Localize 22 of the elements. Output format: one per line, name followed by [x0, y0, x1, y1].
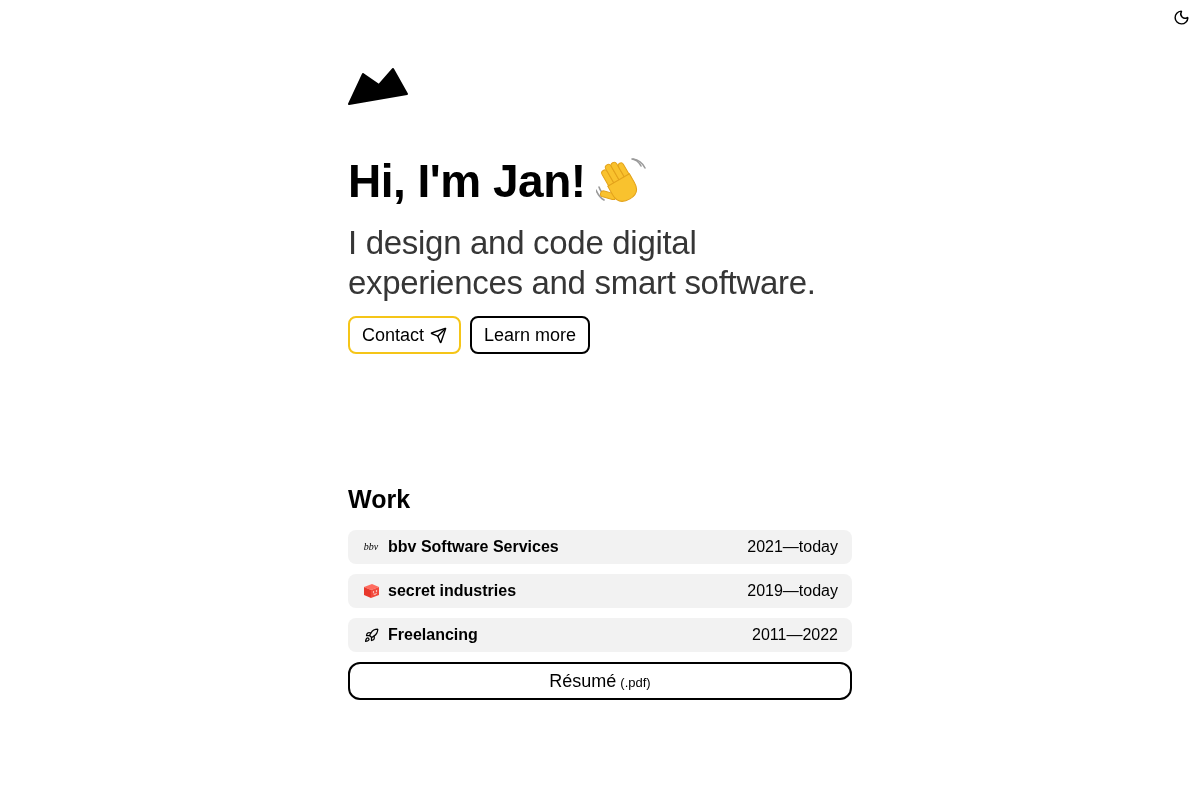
- waving-hand-icon: [595, 157, 646, 205]
- company-name: Freelancing: [388, 625, 478, 645]
- moon-icon[interactable]: [1173, 9, 1190, 26]
- mountain-logo: [348, 67, 408, 105]
- hero-title: Hi, I'm Jan!: [348, 154, 586, 209]
- rocket-icon: [363, 627, 379, 643]
- job-row[interactable]: bbv bbv Software Services 2021—today: [348, 530, 852, 564]
- learn-more-button[interactable]: Learn more: [470, 316, 591, 354]
- hero-subtitle: I design and code digital experiences and smart software.: [348, 223, 817, 303]
- company-name: bbv Software Services: [388, 537, 559, 557]
- resume-button[interactable]: Résumé (.pdf): [348, 662, 852, 700]
- company-name: secret industries: [388, 581, 517, 601]
- job-period: 2011—2022: [752, 625, 838, 645]
- job-row[interactable]: Freelancing 2011—2022: [348, 618, 852, 652]
- job-period: 2019—today: [747, 581, 838, 601]
- job-period: 2021—today: [747, 537, 838, 557]
- job-row[interactable]: secret industries 2019—today: [348, 574, 852, 608]
- work-heading: Work: [348, 484, 412, 515]
- contact-button[interactable]: Contact: [348, 316, 462, 354]
- logo-text: bbv: [362, 542, 380, 552]
- cube-icon: [362, 583, 380, 599]
- send-icon: [430, 326, 448, 344]
